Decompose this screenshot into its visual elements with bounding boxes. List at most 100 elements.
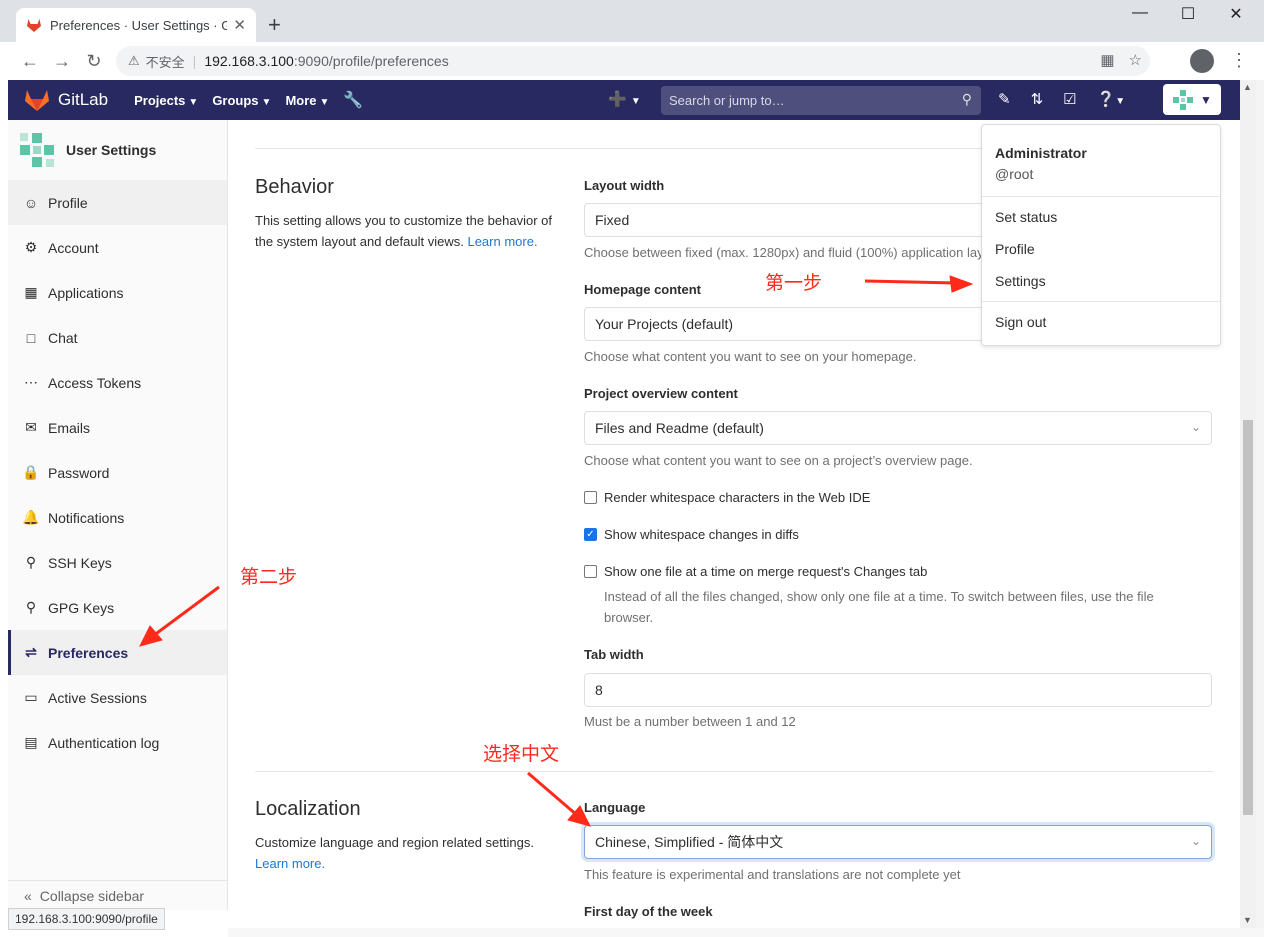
sidebar-item-chat[interactable]: □ Chat	[8, 315, 227, 360]
sidebar-item-preferences[interactable]: ⇌ Preferences	[8, 630, 227, 675]
key-icon: ⚲	[25, 599, 37, 615]
key-icon: ⚲	[25, 554, 37, 570]
nav-projects[interactable]: Projects ▼	[134, 93, 198, 108]
address-bar-icons: ▦ ☆	[1100, 51, 1142, 69]
sidebar-item-label: SSH Keys	[48, 554, 112, 571]
dropdown-username: @root	[995, 166, 1034, 182]
admin-wrench-icon[interactable]: 🔧	[343, 90, 363, 110]
sidebar-item-password[interactable]: 🔒 Password	[8, 450, 227, 495]
language-select[interactable]: Chinese, Simplified - 简体中文 ⌄	[584, 825, 1212, 859]
checkbox-unchecked-icon[interactable]	[584, 565, 597, 578]
project-overview-label: Project overview content	[584, 386, 738, 401]
tab-title: Preferences · User Settings · Gi	[50, 17, 228, 33]
sidebar-item-gpg-keys[interactable]: ⚲ GPG Keys	[8, 585, 227, 630]
gitlab-logo[interactable]: GitLab	[24, 88, 108, 112]
bookmark-star-icon[interactable]: ☆	[1129, 51, 1142, 69]
log-icon: ▤	[24, 734, 38, 750]
chat-icon: □	[26, 329, 36, 346]
double-chevron-left-icon: «	[24, 887, 32, 904]
browser-tab[interactable]: Preferences · User Settings · Gi ✕	[16, 8, 256, 42]
checkbox-unchecked-icon[interactable]	[584, 491, 597, 504]
sidebar-item-access-tokens[interactable]: ⋯ Access Tokens	[8, 360, 227, 405]
sidebar-item-authentication-log[interactable]: ▤ Authentication log	[8, 720, 227, 765]
sidebar-header[interactable]: User Settings	[8, 120, 227, 180]
page-scrollbar[interactable]: ▲ ▼	[1240, 80, 1256, 930]
menu-item-settings[interactable]: Settings	[995, 273, 1046, 289]
nav-groups[interactable]: Groups ▼	[212, 93, 271, 108]
checkbox-checked-icon[interactable]: ✓	[584, 528, 597, 541]
project-overview-select[interactable]: Files and Readme (default) ⌄	[584, 411, 1212, 445]
chevron-down-icon: ▼	[1200, 92, 1212, 107]
todos-icon[interactable]: ☑	[1063, 90, 1076, 108]
sidebar-item-emails[interactable]: ✉ Emails	[8, 405, 227, 450]
divider	[982, 301, 1220, 302]
user-avatar-icon	[20, 133, 54, 167]
collapse-sidebar-button[interactable]: «Collapse sidebar	[8, 880, 227, 910]
window-close-icon[interactable]: ✕	[1212, 4, 1260, 24]
annotation-step2: 第二步	[240, 566, 298, 588]
chevron-down-icon: ⌄	[1190, 420, 1201, 434]
first-day-label: First day of the week	[584, 904, 713, 919]
maximize-icon[interactable]: ☐	[1164, 4, 1212, 24]
sidebar-item-label: Preferences	[48, 644, 129, 661]
address-bar[interactable]: ⚠ 不安全 | 192.168.3.100:9090/profile/prefe…	[116, 46, 1150, 76]
merge-requests-icon[interactable]: ⇅	[1031, 90, 1044, 108]
sidebar-item-label: Account	[48, 239, 99, 256]
help-icon[interactable]: ❔▼	[1097, 90, 1126, 108]
nav-more[interactable]: More ▼	[285, 93, 329, 108]
user-avatar-icon	[1173, 89, 1194, 110]
sidebar-item-active-sessions[interactable]: ▭ Active Sessions	[8, 675, 227, 720]
browser-status-url: 192.168.3.100:9090/profile	[8, 908, 165, 930]
menu-item-sign-out[interactable]: Sign out	[995, 314, 1046, 330]
tab-width-input[interactable]: 8	[584, 673, 1212, 707]
issues-icon[interactable]: ✎	[998, 90, 1011, 108]
search-icon: ⚲	[961, 91, 972, 107]
one-file-help: Instead of all the files changed, show o…	[604, 589, 1154, 625]
behavior-description: This setting allows you to customize the…	[255, 213, 552, 249]
bell-icon: 🔔	[22, 509, 40, 525]
scrollbar-thumb[interactable]	[1243, 420, 1253, 815]
sidebar-item-label: Active Sessions	[48, 689, 147, 706]
chevron-down-icon: ⌄	[1190, 834, 1201, 848]
show-whitespace-checkbox[interactable]: ✓ Show whitespace changes in diffs	[584, 527, 799, 542]
layout-width-label: Layout width	[584, 178, 665, 193]
behavior-learn-more-link[interactable]: Learn more.	[467, 234, 537, 249]
forward-icon[interactable]: →	[46, 51, 78, 72]
new-tab-button[interactable]: +	[268, 12, 281, 38]
settings-sidebar: User Settings ☺ Profile ⚙ Account ▦ Applica…	[8, 120, 228, 910]
tab-close-icon[interactable]: ✕	[233, 16, 246, 34]
new-item-plus-icon[interactable]: ➕ ▼	[608, 90, 641, 108]
homepage-content-help: Choose what content you want to see on y…	[584, 349, 917, 364]
monitor-icon: ▭	[24, 689, 38, 705]
back-icon[interactable]: ←	[14, 51, 46, 72]
gitlab-favicon-icon	[27, 19, 41, 32]
localization-learn-more-link[interactable]: Learn more.	[255, 856, 325, 871]
sidebar-item-account[interactable]: ⚙ Account	[8, 225, 227, 270]
sidebar-item-applications[interactable]: ▦ Applications	[8, 270, 227, 315]
menu-item-set-status[interactable]: Set status	[995, 209, 1057, 225]
profile-icon: ☺	[23, 194, 39, 211]
sidebar-item-notifications[interactable]: 🔔 Notifications	[8, 495, 227, 540]
project-overview-help: Choose what content you want to see on a…	[584, 453, 973, 468]
browser-profile-icon[interactable]	[1190, 49, 1214, 73]
minimize-icon[interactable]: —	[1116, 4, 1164, 22]
sidebar-item-label: Applications	[48, 284, 124, 301]
menu-item-profile[interactable]: Profile	[995, 241, 1035, 257]
background-window-edge	[1256, 80, 1264, 937]
sidebar-item-label: Emails	[48, 419, 91, 436]
sidebar-item-label: Notifications	[48, 509, 125, 526]
annotation-step3: 选择中文	[483, 743, 560, 765]
browser-menu-icon[interactable]: ⋮	[1230, 50, 1248, 71]
search-input[interactable]: Search or jump to… ⚲	[661, 86, 981, 115]
insecure-label: 不安全	[145, 54, 185, 70]
reload-icon[interactable]: ↻	[78, 51, 110, 72]
sidebar-item-profile[interactable]: ☺ Profile	[8, 180, 227, 225]
one-file-checkbox[interactable]: Show one file at a time on merge request…	[584, 564, 927, 579]
user-menu-toggle[interactable]: ▼	[1163, 84, 1221, 115]
localization-description: Customize language and region related se…	[255, 835, 534, 871]
chevron-down-icon: ▼	[261, 96, 272, 108]
sidebar-item-label: Profile	[48, 194, 88, 211]
render-whitespace-checkbox[interactable]: Render whitespace characters in the Web …	[584, 490, 870, 505]
translate-icon[interactable]: ▦	[1100, 51, 1114, 69]
sidebar-item-ssh-keys[interactable]: ⚲ SSH Keys	[8, 540, 227, 585]
